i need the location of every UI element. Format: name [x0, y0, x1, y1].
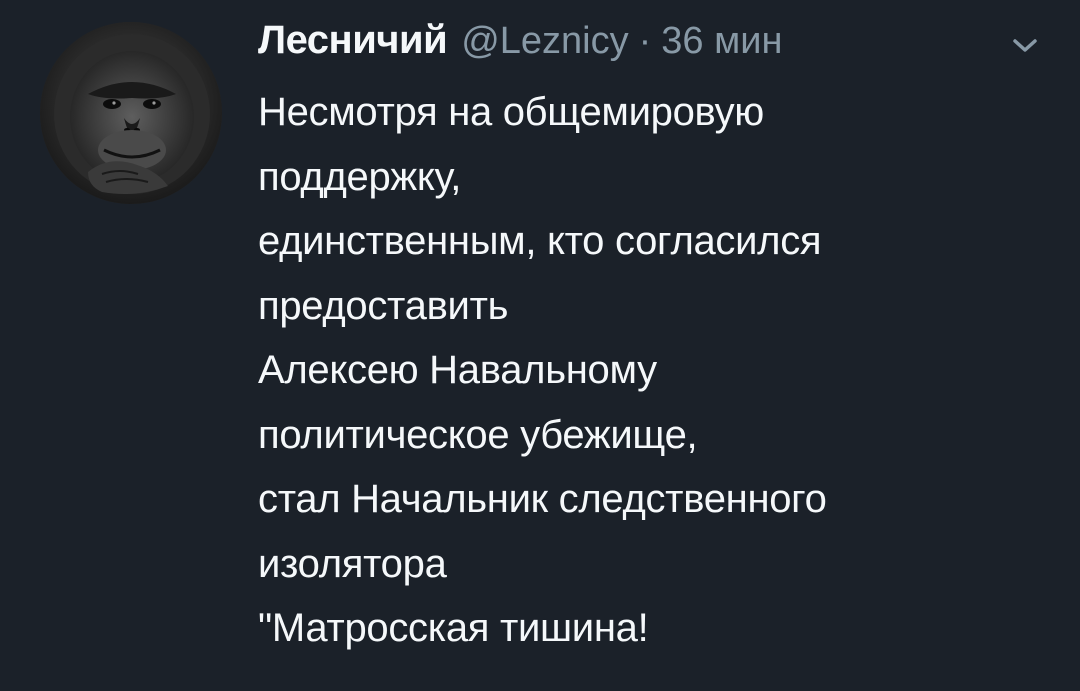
tweet-text-line: стал Начальник следственного — [258, 477, 827, 521]
separator-dot: · — [638, 20, 652, 62]
chevron-down-icon[interactable] — [1012, 38, 1038, 54]
tweet-header: Лесничий @Leznicy · 36 мин — [258, 18, 782, 74]
tweet-text-line: единственным, кто согласился — [258, 219, 822, 263]
tweet-text: Несмотря на общемировую поддержку, единс… — [258, 80, 1058, 661]
tweet-card: Лесничий @Leznicy · 36 мин Несмотря на о… — [0, 0, 1080, 691]
timestamp[interactable]: 36 мин — [661, 20, 782, 63]
tweet-text-line: политическое убежище, — [258, 412, 698, 457]
tweet-text-line: Алексею Навальному — [258, 348, 657, 392]
author-name[interactable]: Лесничий — [258, 18, 448, 63]
tweet-text-line: предоставить — [258, 283, 509, 328]
tweet-text-line: "Матросская тишина! — [258, 606, 649, 650]
tweet-text-line: Несмотря на общемировую — [258, 90, 765, 134]
tweet-text-line: поддержку, — [258, 154, 462, 199]
author-handle[interactable]: @Leznicy — [461, 20, 628, 63]
avatar[interactable] — [40, 22, 222, 204]
tweet-text-line: изолятора — [258, 541, 447, 586]
monkey-avatar-icon — [40, 22, 222, 204]
